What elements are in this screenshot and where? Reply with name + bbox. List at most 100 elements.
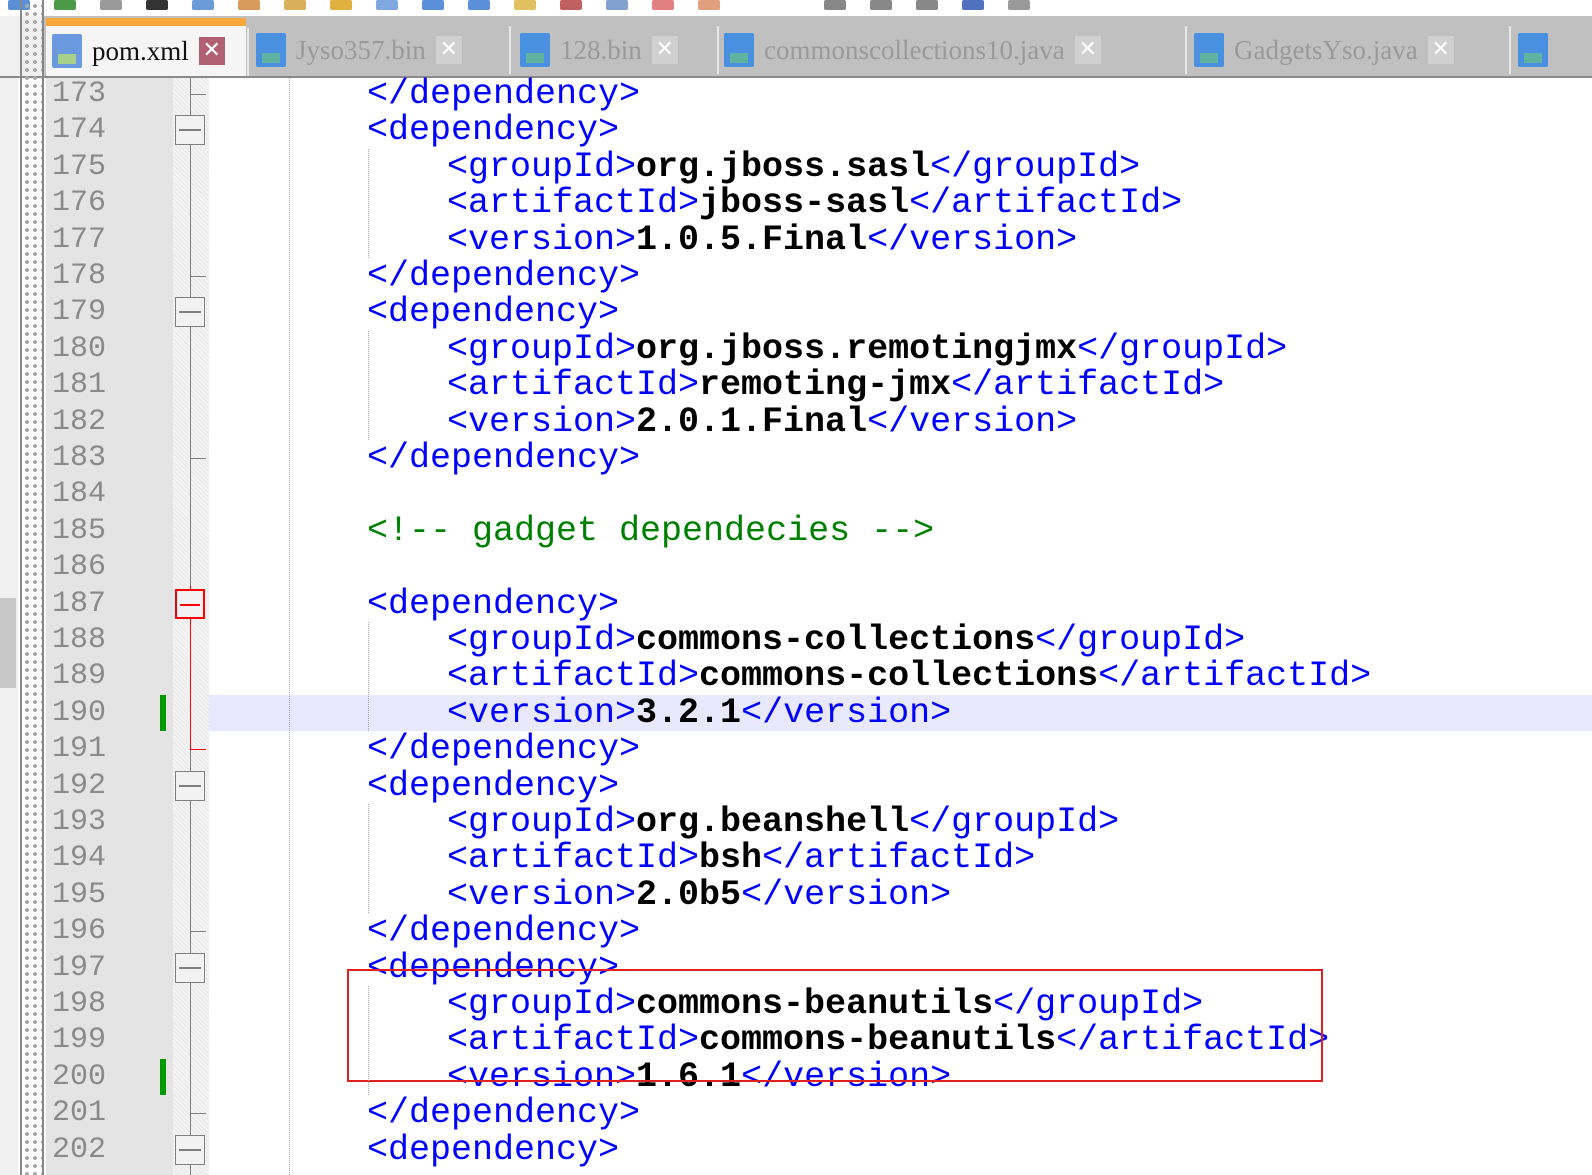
code-line[interactable]: <!-- gadget dependecies -->	[209, 513, 1592, 549]
code-line[interactable]: <groupId>commons-collections</groupId>	[209, 622, 1592, 658]
code-line[interactable]: <artifactId>remoting-jmx</artifactId>	[209, 367, 1592, 403]
toolbar-button-icon[interactable]	[606, 0, 628, 10]
floppy-disk-icon	[1194, 33, 1224, 67]
code-line[interactable]: </dependency>	[209, 1095, 1592, 1131]
fold-collapse-button[interactable]	[175, 297, 205, 328]
code-line[interactable]: <groupId>org.jboss.sasl</groupId>	[209, 149, 1592, 185]
fold-collapse-button[interactable]	[175, 952, 205, 983]
highlight-annotation-box	[347, 969, 1323, 1082]
line-number: 197	[52, 950, 107, 985]
tab-close-button[interactable]: ✕	[1427, 36, 1454, 64]
code-line[interactable]: <version>1.0.5.Final</version>	[209, 219, 1592, 260]
tab-close-button[interactable]: ✕	[435, 36, 462, 64]
code-line[interactable]: <dependency>	[209, 112, 1592, 148]
toolbar-button-icon[interactable]	[330, 0, 352, 10]
line-number: 174	[52, 113, 107, 148]
code-line[interactable]: <dependency>	[209, 767, 1592, 804]
xml-tag: </artifactId>	[909, 183, 1183, 224]
toolbar-button-icon[interactable]	[192, 0, 214, 10]
toolbar-button-icon[interactable]	[870, 0, 892, 10]
code-line[interactable]	[209, 476, 1592, 512]
fold-collapse-button[interactable]	[175, 770, 205, 801]
code-text: <dependency>	[367, 112, 619, 148]
code-line[interactable]: </dependency>	[209, 258, 1592, 294]
xml-tag: <version>	[447, 692, 637, 733]
toolbar-button-icon[interactable]	[916, 0, 938, 10]
code-line[interactable]: <artifactId>jboss-sasl</artifactId>	[209, 185, 1592, 221]
xml-value: remoting-jmx	[699, 365, 952, 406]
code-line[interactable]: <groupId>org.beanshell</groupId>	[209, 804, 1592, 840]
code-line[interactable]: <artifactId>commons-collections</artifac…	[209, 658, 1592, 694]
xml-value: 2.0.1.Final	[636, 401, 868, 442]
code-text: <dependency>	[367, 767, 619, 804]
code-line[interactable]: </dependency>	[209, 440, 1592, 476]
tab-pom-xml[interactable]: pom.xml ✕	[46, 18, 249, 76]
toolbar-button-icon[interactable]	[284, 0, 306, 10]
fold-margin[interactable]	[173, 78, 209, 1175]
xml-comment: <!-- gadget dependecies -->	[367, 510, 935, 551]
toolbar-button-icon[interactable]	[824, 0, 846, 10]
fold-collapse-button[interactable]	[175, 1134, 205, 1165]
tab-commonscollections10-java[interactable]: commonscollections10.java ✕	[718, 24, 1187, 76]
xml-tag: </dependency>	[367, 729, 641, 770]
code-line[interactable]: <dependency>	[209, 583, 1592, 624]
toolbar-button-icon[interactable]	[514, 0, 536, 10]
toolbar-button-icon[interactable]	[146, 0, 168, 10]
tab-close-button[interactable]: ✕	[1074, 36, 1101, 64]
code-line[interactable]: <version>3.2.1</version>	[209, 692, 1592, 733]
code-text: <!-- gadget dependecies -->	[367, 513, 934, 549]
xml-value: 3.2.1	[636, 692, 742, 733]
code-line[interactable]: </dependency>	[209, 76, 1592, 112]
code-text: </dependency>	[367, 76, 640, 112]
tab-label: GadgetsYso.java	[1234, 34, 1418, 65]
line-number: 178	[52, 259, 107, 293]
code-line[interactable]	[209, 549, 1592, 585]
line-number: 176	[52, 186, 107, 221]
tab-separator	[509, 26, 511, 74]
xml-tag: <dependency>	[367, 583, 620, 624]
toolbar-button-icon[interactable]	[468, 0, 490, 10]
xml-tag: </groupId>	[1035, 620, 1246, 660]
xml-tag: </dependency>	[367, 1093, 641, 1134]
floppy-disk-icon	[724, 33, 754, 67]
fold-collapse-button[interactable]	[175, 115, 205, 146]
toolbar-button-icon[interactable]	[422, 0, 444, 10]
toolbar-button-icon[interactable]	[100, 0, 122, 10]
line-number: 191	[52, 732, 107, 767]
code-text: <artifactId>commons-collections</artifac…	[447, 658, 1371, 694]
toolbar-button-icon[interactable]	[698, 0, 720, 10]
xml-value: 2.0b5	[636, 874, 742, 915]
code-line[interactable]: <version>2.0.1.Final</version>	[209, 401, 1592, 442]
tab-more[interactable]	[1512, 24, 1592, 76]
tab-gadgetsyso-java[interactable]: GadgetsYso.java ✕	[1188, 24, 1511, 76]
xml-tag: </dependency>	[367, 74, 641, 114]
code-text: </dependency>	[367, 731, 640, 767]
code-line[interactable]: <version>2.0b5</version>	[209, 877, 1592, 913]
vertical-scrollbar[interactable]	[0, 78, 18, 1175]
xml-tag: </dependency>	[367, 256, 641, 296]
tab-128-bin[interactable]: 128.bin ✕	[514, 24, 719, 76]
toolbar-button-icon[interactable]	[54, 0, 76, 10]
line-number: 184	[52, 477, 107, 512]
tab-close-button[interactable]: ✕	[651, 36, 678, 64]
xml-tag: </groupId>	[1077, 328, 1288, 369]
toolbar-button-icon[interactable]	[1008, 0, 1030, 10]
toolbar-button-icon[interactable]	[652, 0, 674, 10]
code-line[interactable]: <dependency>	[209, 1131, 1592, 1168]
tab-jyso357-bin[interactable]: Jyso357.bin ✕	[250, 24, 511, 76]
scrollbar-thumb[interactable]	[0, 598, 16, 688]
toolbar-button-icon[interactable]	[376, 0, 398, 10]
toolbar-button-icon[interactable]	[238, 0, 260, 10]
toolbar-button-icon[interactable]	[962, 0, 984, 10]
line-number: 173	[52, 77, 107, 111]
code-line[interactable]: </dependency>	[209, 913, 1592, 949]
code-line[interactable]: <artifactId>bsh</artifactId>	[209, 840, 1592, 876]
code-line[interactable]: <dependency>	[209, 294, 1592, 330]
toolbar-button-icon[interactable]	[560, 0, 582, 10]
code-line[interactable]: </dependency>	[209, 731, 1592, 767]
tab-close-button[interactable]: ✕	[198, 37, 225, 65]
xml-tag: </version>	[867, 219, 1078, 260]
fold-collapse-button[interactable]	[175, 588, 205, 619]
panel-splitter[interactable]	[20, 0, 44, 1175]
code-line[interactable]: <groupId>org.jboss.remotingjmx</groupId>	[209, 331, 1592, 367]
